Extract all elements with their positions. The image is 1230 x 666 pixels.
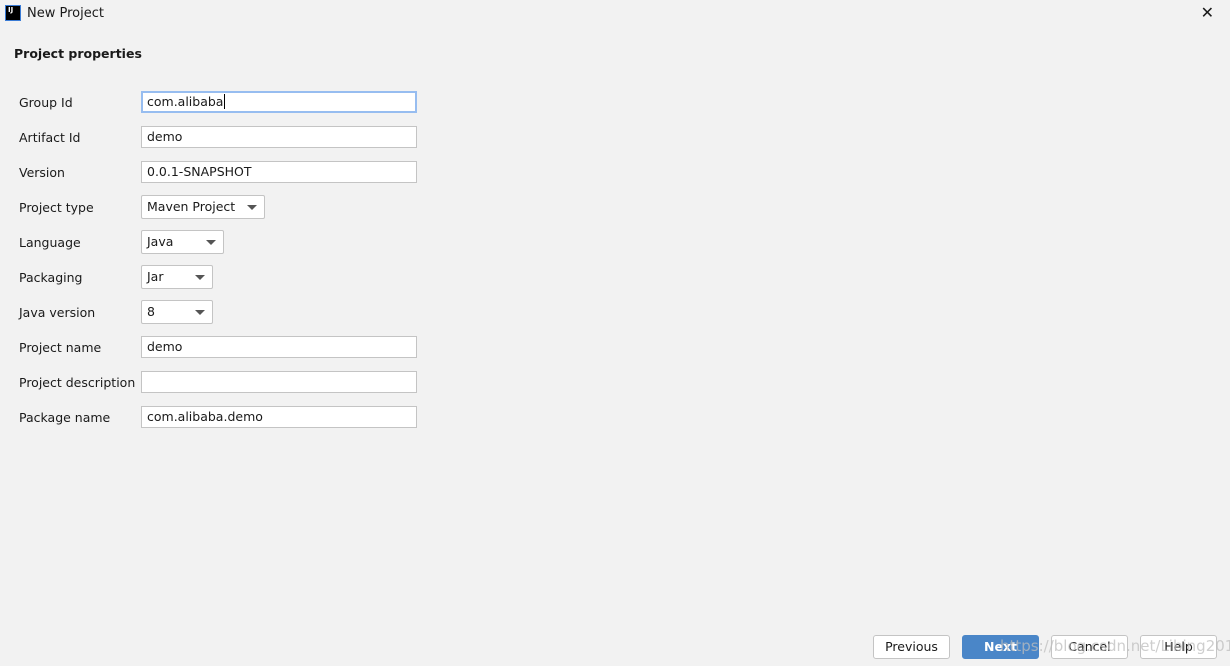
artifact-id-input[interactable]: demo <box>141 126 417 148</box>
previous-button[interactable]: Previous <box>873 635 950 659</box>
project-name-input[interactable]: demo <box>141 336 417 358</box>
language-value: Java <box>147 234 174 249</box>
title-bar: IJ New Project ✕ <box>0 0 1230 28</box>
cancel-label: Cancel <box>1068 639 1111 654</box>
intellij-logo-icon: IJ <box>5 5 21 21</box>
chevron-down-icon <box>195 310 205 315</box>
close-icon[interactable]: ✕ <box>1201 3 1214 22</box>
cancel-button[interactable]: Cancel <box>1051 635 1128 659</box>
package-name-label: Package name <box>19 409 111 425</box>
version-label: Version <box>19 164 65 180</box>
packaging-dropdown[interactable]: Jar <box>141 265 213 289</box>
language-dropdown[interactable]: Java <box>141 230 224 254</box>
artifact-id-value: demo <box>147 129 183 144</box>
chevron-down-icon <box>206 240 216 245</box>
text-cursor <box>224 94 226 109</box>
package-name-value: com.alibaba.demo <box>147 409 263 424</box>
package-name-input[interactable]: com.alibaba.demo <box>141 406 417 428</box>
next-button[interactable]: Next <box>962 635 1039 659</box>
help-label: Help <box>1164 639 1193 654</box>
artifact-id-label: Artifact Id <box>19 129 81 145</box>
project-type-label: Project type <box>19 199 94 215</box>
version-value: 0.0.1-SNAPSHOT <box>147 164 252 179</box>
project-name-label: Project name <box>19 339 102 355</box>
java-version-dropdown[interactable]: 8 <box>141 300 213 324</box>
window-title: New Project <box>27 6 104 21</box>
previous-label: Previous <box>885 639 938 654</box>
next-label: Next <box>984 639 1017 654</box>
help-button[interactable]: Help <box>1140 635 1217 659</box>
project-type-value: Maven Project <box>147 199 236 214</box>
project-type-dropdown[interactable]: Maven Project <box>141 195 265 219</box>
java-version-label: Java version <box>19 304 96 320</box>
language-label: Language <box>19 234 81 250</box>
version-input[interactable]: 0.0.1-SNAPSHOT <box>141 161 417 183</box>
packaging-label: Packaging <box>19 269 83 285</box>
project-description-input[interactable] <box>141 371 417 393</box>
project-name-value: demo <box>147 339 183 354</box>
group-id-value: com.alibaba <box>147 94 224 109</box>
section-title: Project properties <box>14 46 142 61</box>
chevron-down-icon <box>195 275 205 280</box>
packaging-value: Jar <box>147 269 164 284</box>
chevron-down-icon <box>247 205 257 210</box>
java-version-value: 8 <box>147 304 155 319</box>
project-description-label: Project description <box>19 374 136 390</box>
group-id-label: Group Id <box>19 94 73 110</box>
group-id-input[interactable]: com.alibaba <box>141 91 417 113</box>
